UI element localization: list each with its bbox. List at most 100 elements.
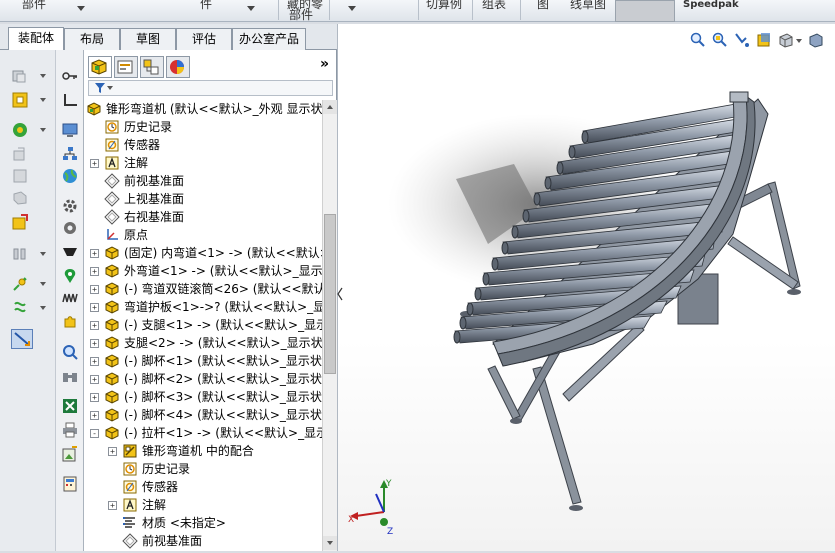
chevron-down-icon[interactable]	[40, 98, 46, 102]
ribbon-selected-button[interactable]	[615, 0, 675, 22]
tree-item[interactable]: 右视基准面	[84, 208, 322, 226]
smart-fasteners-icon[interactable]	[12, 300, 28, 316]
tree-item[interactable]: + (-) 脚杯<3> (默认<<默认>_显示状态	[84, 388, 322, 406]
zoom-to-area-icon[interactable]	[712, 32, 728, 48]
mate-icon[interactable]	[12, 92, 28, 108]
tree-item[interactable]: + (-) 支腿<1> -> (默认<<默认>_显示	[84, 316, 322, 334]
ribbon-item[interactable]: Speedpak	[683, 0, 739, 11]
binoculars-icon[interactable]	[62, 368, 78, 384]
key-icon[interactable]	[62, 68, 78, 84]
tree-scrollbar[interactable]	[322, 100, 337, 551]
display-style-icon[interactable]	[808, 32, 824, 48]
reference-geometry-icon[interactable]	[12, 214, 28, 230]
tree-item[interactable]: 传感器	[84, 478, 322, 496]
calculator-icon[interactable]	[62, 476, 78, 492]
chevron-down-icon[interactable]	[40, 128, 46, 132]
view-orientation-icon[interactable]	[778, 32, 794, 48]
expand-toggle[interactable]: +	[90, 375, 99, 384]
tree-item[interactable]: 传感器	[84, 136, 322, 154]
network-icon[interactable]	[62, 146, 78, 162]
tree-item[interactable]: 历史记录	[84, 460, 322, 478]
expand-toggle[interactable]: +	[90, 339, 99, 348]
tab-sketch[interactable]: 草图	[120, 28, 176, 50]
tree-item[interactable]: + 支腿<2> -> (默认<<默认>_显示状态	[84, 334, 322, 352]
section-view-icon[interactable]	[756, 32, 772, 48]
property-manager-tab[interactable]	[114, 56, 138, 78]
tree-item[interactable]: 前视基准面	[84, 172, 322, 190]
expand-toggle[interactable]: +	[90, 303, 99, 312]
tree-item[interactable]: + 锥形弯道机 中的配合	[84, 442, 322, 460]
expand-toggle[interactable]: +	[90, 321, 99, 330]
display-manager-tab[interactable]	[166, 56, 190, 78]
filter-icon[interactable]	[95, 83, 105, 93]
bolt-icon[interactable]	[12, 246, 28, 262]
gear-icon[interactable]	[62, 198, 78, 214]
tree-filter-bar[interactable]	[88, 80, 333, 96]
tree-item[interactable]: + 外弯道<1> -> (默认<<默认>_显示	[84, 262, 322, 280]
search-icon[interactable]	[62, 344, 78, 360]
chevron-down-icon[interactable]	[40, 74, 46, 78]
chevron-down-icon[interactable]	[796, 39, 802, 43]
expand-toggle[interactable]: +	[90, 285, 99, 294]
ribbon-item[interactable]: 件	[200, 0, 212, 10]
tree-item[interactable]: 历史记录	[84, 118, 322, 136]
tree-item[interactable]: + (固定) 内弯道<1> -> (默认<<默认>	[84, 244, 322, 262]
tab-evaluate[interactable]: 评估	[176, 28, 232, 50]
chevron-down-icon[interactable]	[107, 86, 113, 90]
expand-toggle[interactable]: +	[90, 159, 99, 168]
ribbon-item[interactable]: 线草图	[570, 0, 606, 10]
scroll-down-button[interactable]	[323, 536, 337, 550]
tree-item[interactable]: 原点	[84, 226, 322, 244]
expand-toggle[interactable]: +	[108, 501, 117, 510]
globe-icon[interactable]	[62, 168, 78, 184]
tree-item[interactable]: - (-) 拉杆<1> -> (默认<<默认>_显示	[84, 424, 322, 442]
tree-item[interactable]: + 弯道护板<1>->? (默认<<默认>_显	[84, 298, 322, 316]
printer-icon[interactable]	[62, 422, 78, 438]
ribbon-item[interactable]: 部件	[289, 9, 313, 21]
excel-icon[interactable]	[62, 398, 78, 414]
tree-item[interactable]: + (-) 脚杯<4> (默认<<默认>_显示状态	[84, 406, 322, 424]
tab-layout[interactable]: 布局	[64, 28, 120, 50]
tree-item[interactable]: + (-) 脚杯<2> (默认<<默认>_显示状态	[84, 370, 322, 388]
tree-item[interactable]: + 注解	[84, 154, 322, 172]
angle-icon[interactable]	[62, 92, 78, 108]
chevron-down-icon[interactable]	[40, 282, 46, 286]
chevron-down-icon[interactable]	[77, 6, 85, 11]
previous-view-icon[interactable]	[734, 32, 750, 48]
puzzle-icon[interactable]	[62, 314, 78, 330]
expand-toggle[interactable]: +	[90, 411, 99, 420]
tree-item[interactable]: 材质 <未指定>	[84, 514, 322, 532]
expand-toggle[interactable]: +	[108, 447, 117, 456]
component-pattern-icon[interactable]	[12, 122, 28, 138]
graphics-viewport[interactable]: X Y Z	[337, 24, 835, 551]
move-component-icon[interactable]	[12, 146, 28, 162]
more-tabs-button[interactable]: »	[320, 56, 329, 72]
tab-assembly[interactable]: 装配体	[8, 27, 64, 50]
chevron-down-icon[interactable]	[247, 6, 255, 11]
tree-item[interactable]: + (-) 脚杯<1> (默认<<默认>_显示状态	[84, 352, 322, 370]
configuration-manager-tab[interactable]	[140, 56, 164, 78]
location-pin-icon[interactable]	[62, 268, 78, 284]
tree-item[interactable]: + (-) 弯道双链滚筒<26> (默认<<默认	[84, 280, 322, 298]
expand-toggle[interactable]: +	[90, 393, 99, 402]
show-hidden-icon[interactable]	[12, 168, 28, 184]
image-edit-icon[interactable]	[62, 446, 78, 462]
spring-icon[interactable]	[62, 290, 78, 306]
explode-view-icon[interactable]	[12, 276, 28, 292]
insert-components-icon[interactable]	[12, 68, 28, 84]
ribbon-item[interactable]: 切算例	[426, 0, 462, 10]
chevron-down-icon[interactable]	[348, 6, 356, 11]
ribbon-item[interactable]: 部件	[22, 0, 46, 10]
scroll-thumb[interactable]	[324, 214, 336, 374]
hopper-icon[interactable]	[62, 244, 78, 260]
panel-splitter-handle[interactable]	[337, 286, 343, 302]
tab-office-products[interactable]: 办公室产品	[232, 28, 306, 50]
chevron-down-icon[interactable]	[40, 306, 46, 310]
ribbon-item[interactable]: 组表	[482, 0, 506, 10]
expand-toggle[interactable]: +	[90, 249, 99, 258]
collapse-toggle[interactable]: -	[90, 429, 99, 438]
tree-item[interactable]: 锥形弯道机 (默认<<默认>_外观 显示状	[84, 100, 322, 118]
settings-gear-icon[interactable]	[62, 220, 78, 236]
ribbon-item[interactable]: 图	[537, 0, 549, 10]
expand-toggle[interactable]: +	[90, 267, 99, 276]
